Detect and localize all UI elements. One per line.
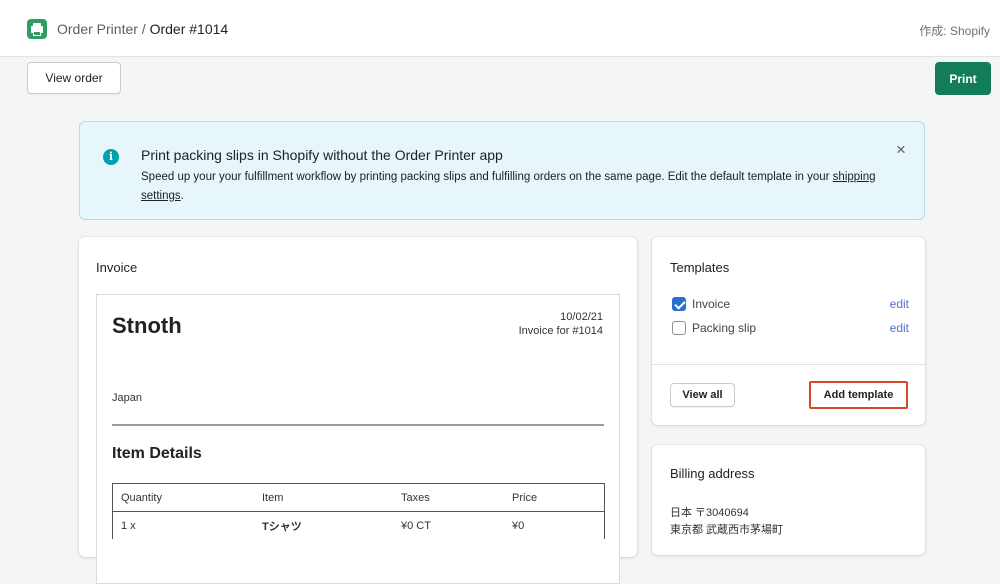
print-button[interactable]: Print [935, 62, 991, 95]
template-item-invoice: Invoice edit [672, 296, 909, 314]
view-all-button[interactable]: View all [670, 383, 735, 407]
template-label[interactable]: Invoice [692, 297, 730, 311]
templates-title: Templates [670, 260, 730, 275]
app-author: 作成: Shopify [919, 24, 990, 38]
item-table: Quantity Item Taxes Price 1 x Tシャツ ¥0 CT… [112, 483, 605, 539]
billing-address-line: 東京都 武蔵西市茅場町 [670, 524, 784, 536]
breadcrumb: Order Printer / Order #1014 [57, 21, 228, 37]
breadcrumb-separator: / [137, 21, 150, 37]
info-icon: i [103, 149, 119, 165]
banner-text: Speed up your your fulfillment workflow … [141, 168, 881, 206]
banner-text-body: Speed up your your fulfillment workflow … [141, 171, 833, 183]
add-template-button[interactable]: Add template [809, 381, 908, 409]
divider [112, 424, 604, 426]
breadcrumb-order-title: Order #1014 [149, 21, 229, 37]
table-cell: 1 x [121, 519, 136, 532]
close-icon[interactable]: × [893, 141, 909, 158]
printer-icon [27, 19, 47, 39]
banner-title: Print packing slips in Shopify without t… [141, 147, 503, 163]
invoice-card: Invoice Stnoth 10/02/21 Invoice for #101… [79, 237, 637, 584]
view-order-button[interactable]: View order [27, 62, 121, 94]
edit-invoice-link[interactable]: edit [890, 297, 909, 311]
billing-address-card: Billing address 日本 〒3040694 東京都 武蔵西市茅場町 [652, 445, 925, 555]
banner-text-end: . [180, 190, 184, 202]
shop-name: Stnoth [112, 313, 182, 338]
item-details-heading: Item Details [112, 445, 202, 462]
divider [652, 364, 925, 365]
packing-slip-checkbox[interactable] [672, 321, 686, 335]
column-header: Quantity [121, 491, 162, 504]
templates-card: Templates Invoice edit Packing slip edit… [652, 237, 925, 425]
column-header: Price [512, 491, 538, 504]
invoice-card-title: Invoice [96, 260, 138, 275]
billing-address-line: 日本 〒3040694 [670, 507, 749, 519]
column-header: Item [262, 491, 284, 504]
invoice-date: 10/02/21 [560, 311, 603, 323]
top-bar: Order Printer / Order #1014 作成: Shopify [0, 0, 1000, 57]
breadcrumb-app-name[interactable]: Order Printer [57, 21, 138, 37]
table-header-row: Quantity Item Taxes Price [112, 483, 605, 512]
table-cell: Tシャツ [262, 520, 302, 533]
invoice-checkbox[interactable] [672, 297, 686, 311]
billing-address-title: Billing address [670, 466, 755, 481]
template-item-packing-slip: Packing slip edit [672, 320, 909, 338]
shop-country: Japan [112, 392, 142, 404]
table-cell: ¥0 [512, 519, 525, 532]
column-header: Taxes [401, 491, 430, 504]
info-banner: i Print packing slips in Shopify without… [79, 121, 925, 220]
invoice-for: Invoice for #1014 [518, 325, 603, 337]
table-cell: ¥0 CT [401, 519, 431, 532]
table-row: 1 x Tシャツ ¥0 CT ¥0 [112, 511, 605, 539]
edit-packing-slip-link[interactable]: edit [890, 321, 909, 335]
template-label[interactable]: Packing slip [692, 321, 756, 335]
invoice-preview: Stnoth 10/02/21 Invoice for #1014 Japan … [96, 294, 620, 584]
